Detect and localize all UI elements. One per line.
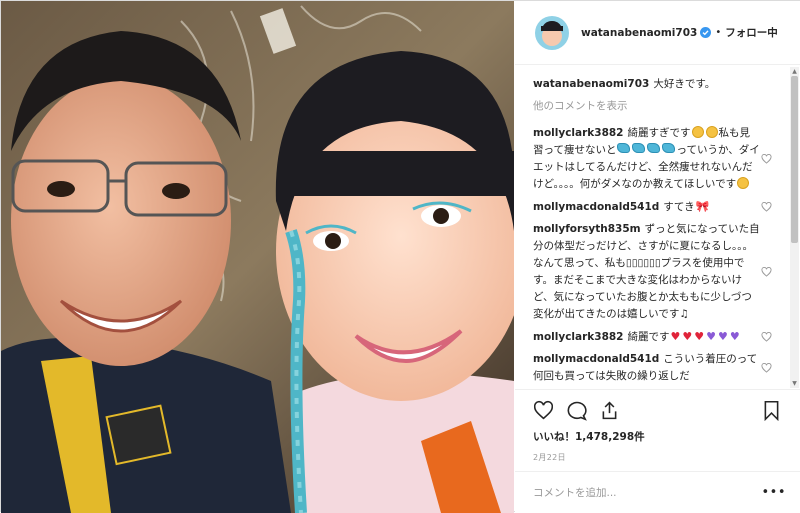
- instagram-post-window: watanabenaomi703 • フォロー中 watanabenaomi70…: [0, 0, 800, 513]
- purple-heart-emoji-icon: ♥: [706, 330, 716, 343]
- header-username[interactable]: watanabenaomi703: [581, 27, 697, 39]
- red-heart-emoji-icon: ♥: [694, 330, 705, 343]
- scrollbar-thumb[interactable]: [791, 76, 798, 243]
- comment-username[interactable]: mollymacdonald541d: [533, 353, 659, 365]
- more-options-button[interactable]: •••: [761, 485, 786, 500]
- red-heart-emoji-icon: ♥: [682, 330, 693, 343]
- smile-emoji-icon: [691, 126, 704, 138]
- add-comment-bar: •••: [515, 471, 800, 513]
- scroll-up-icon[interactable]: ▲: [790, 67, 799, 76]
- comment-icon[interactable]: [566, 400, 587, 421]
- comment-item: mollyclark3882 綺麗すぎです 私も見習って痩せないと っていうか、ダイエ…: [533, 125, 794, 193]
- small-heart-icon[interactable]: [761, 154, 772, 164]
- caption-text: 大好きです。: [653, 78, 716, 90]
- share-icon[interactable]: [599, 400, 620, 421]
- comment-username[interactable]: mollyclark3882: [533, 331, 624, 343]
- heart-icon[interactable]: [533, 400, 554, 421]
- likes-count[interactable]: いいね！1,478,298件: [533, 429, 782, 444]
- comment-text: すてき: [663, 201, 695, 213]
- post-sidebar: watanabenaomi703 • フォロー中 watanabenaomi70…: [515, 1, 800, 513]
- smile-emoji-icon: [705, 126, 718, 138]
- post-actions: いいね！1,478,298件 2月22日: [515, 389, 800, 474]
- comment-item: mollyclark3882 綺麗です♥ ♥ ♥ ♥ ♥ ♥: [533, 328, 794, 346]
- small-heart-icon[interactable]: [761, 267, 772, 277]
- view-more-comments-link[interactable]: 他のコメントを表示: [533, 98, 794, 113]
- avatar[interactable]: [535, 15, 569, 50]
- comment-item: mollymacdonald541d こういう着圧のって何回も買っては失敗の繰り返…: [533, 351, 794, 385]
- comment-item: mollymacdonald541d すてき🎀: [533, 198, 794, 216]
- comment-text: ずっと気になっていた自分の体型だっだけど、さすがに夏になるし。。。なんて思って、…: [533, 223, 760, 320]
- comment-username[interactable]: mollyforsyth835m: [533, 223, 641, 235]
- comment-item: mollyforsyth835m ずっと気になっていた自分の体型だっだけど、さすが…: [533, 221, 794, 323]
- blue-candy-emoji-icon: [617, 143, 631, 153]
- comment-text: 綺麗すぎです: [627, 127, 691, 139]
- comment-username[interactable]: mollymacdonald541d: [533, 201, 659, 213]
- selfie-illustration: [1, 1, 514, 513]
- blue-candy-emoji-icon: [662, 143, 676, 153]
- caption-username[interactable]: watanabenaomi703: [533, 78, 649, 90]
- sad-emoji-icon: [737, 177, 750, 189]
- post-photo: [1, 1, 514, 513]
- verified-badge-icon: [700, 27, 712, 38]
- purple-heart-emoji-icon: ♥: [718, 330, 728, 343]
- small-heart-icon[interactable]: [761, 363, 772, 373]
- blue-candy-emoji-icon: [647, 143, 661, 153]
- post-caption: watanabenaomi703 大好きです。: [533, 76, 794, 92]
- follow-separator: •: [715, 27, 722, 38]
- comment-username[interactable]: mollyclark3882: [533, 127, 624, 139]
- red-heart-emoji-icon: ♥: [670, 330, 681, 343]
- comment-container: mollyclark3882 綺麗すぎです 私も見習って痩せないと っていうか、ダイエ…: [533, 125, 794, 385]
- post-header: watanabenaomi703 • フォロー中: [515, 1, 800, 65]
- scroll-down-icon[interactable]: ▼: [790, 379, 799, 388]
- small-heart-icon[interactable]: [761, 332, 772, 342]
- post-date[interactable]: 2月22日: [533, 452, 782, 463]
- comment-text: 綺麗です: [627, 331, 670, 343]
- bookmark-icon[interactable]: [761, 400, 782, 421]
- comments-list: watanabenaomi703 大好きです。 他のコメントを表示 mollycl…: [515, 66, 800, 389]
- ribbon-emoji-icon: 🎀: [695, 200, 710, 213]
- blue-candy-emoji-icon: [632, 143, 646, 153]
- small-heart-icon[interactable]: [761, 202, 772, 212]
- following-button[interactable]: フォロー中: [725, 25, 778, 40]
- add-comment-input[interactable]: [533, 486, 762, 499]
- comments-scrollbar[interactable]: ▲ ▼: [790, 67, 799, 388]
- purple-heart-emoji-icon: ♥: [729, 330, 740, 343]
